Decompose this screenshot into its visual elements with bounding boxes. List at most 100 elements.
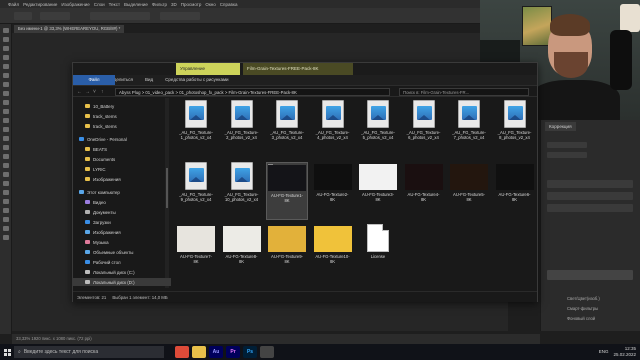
tool-icon[interactable] [2, 235, 9, 240]
ps-menu-item[interactable]: Выделение [124, 2, 148, 7]
photoshop-app-icon[interactable]: Ps [243, 346, 257, 358]
tool-icon[interactable] [2, 82, 9, 87]
file-item[interactable]: _AU_FG_Texture- 1_photos_v2_x4 [175, 100, 217, 158]
nav-item[interactable]: OneDrive - Personal [73, 135, 127, 143]
adjustment-icon-row[interactable] [547, 152, 587, 158]
document-tab[interactable]: Без имени-1 @ 33,3% (WHEREAREYOU, RGB/8#… [14, 25, 125, 33]
option-field[interactable] [90, 12, 150, 20]
back-arrow-icon[interactable]: ← [77, 89, 82, 95]
tool-icon[interactable] [2, 127, 9, 132]
layer-row[interactable] [547, 180, 633, 188]
file-item[interactable]: ✓AU-FG-Texture1- 8K [266, 162, 308, 220]
file-item[interactable]: AU-FG-Texture4- 8K [403, 162, 445, 220]
audition-app-icon[interactable]: Au [209, 346, 223, 358]
nav-item[interactable]: Documents [73, 155, 115, 163]
ps-menu-item[interactable]: Текст [109, 2, 120, 7]
forward-arrow-icon[interactable]: → [85, 89, 90, 95]
tool-icon[interactable] [2, 28, 9, 33]
tool-icon[interactable] [2, 37, 9, 42]
file-item[interactable]: _AU_FG_Texture- 5_photos_v2_x4 [357, 100, 399, 158]
tool-icon[interactable] [2, 217, 9, 222]
file-item[interactable]: AU-FG-Texture9- 8K [266, 224, 308, 282]
clock[interactable]: 12:35 25.02.2022 [613, 346, 636, 357]
nav-item[interactable]: Видео [73, 198, 106, 206]
chevron-down-icon[interactable]: ˅ [93, 89, 96, 95]
file-item[interactable]: _AU_FG_Texture- 10_photos_v2_x4 [221, 162, 263, 220]
tool-icon[interactable] [2, 145, 9, 150]
nav-item[interactable]: Локальный диск (D:) [73, 278, 171, 286]
nav-item[interactable]: Загрузки [73, 218, 111, 226]
nav-item[interactable]: Объемные объекты [73, 248, 133, 256]
file-item[interactable]: _AU_FG_Texture- 8_photos_v2_x4 [494, 100, 536, 158]
tool-icon[interactable] [2, 136, 9, 141]
nav-item[interactable]: Локальный диск (C:) [73, 268, 135, 276]
tool-icon[interactable] [2, 208, 9, 213]
nav-item[interactable]: track_stems [73, 112, 117, 120]
tool-icon[interactable] [2, 163, 9, 168]
file-item[interactable]: _AU_FG_Texture- 2_photos_v2_x4 [221, 100, 263, 158]
folder-app-icon[interactable] [192, 346, 206, 358]
layer-row[interactable] [547, 192, 633, 200]
tool-icon[interactable] [2, 172, 9, 177]
tab-adjustments[interactable]: Коррекция [545, 122, 576, 131]
ps-menu-item[interactable]: Редактирование [23, 2, 57, 7]
ps-menu-item[interactable]: Справка [220, 2, 238, 7]
nav-item[interactable]: Документы [73, 208, 116, 216]
tool-icon[interactable] [2, 91, 9, 96]
taskbar-search[interactable]: ⌕ Введите здесь текст для поиска [14, 346, 164, 358]
up-arrow-icon[interactable]: ↑ [101, 89, 104, 95]
ps-menu-item[interactable]: Файл [8, 2, 19, 7]
option-field[interactable] [160, 12, 200, 20]
tool-icon[interactable] [2, 154, 9, 159]
file-item[interactable]: AU-FG-Texture2- 8K [312, 162, 354, 220]
tool-icon[interactable] [2, 226, 9, 231]
nav-item[interactable]: Изображения [73, 228, 121, 236]
ribbon-tab[interactable]: Вид [139, 75, 159, 85]
tool-icon[interactable] [2, 199, 9, 204]
ribbon-tab[interactable]: Средства работы с рисунками [159, 75, 234, 85]
nav-item[interactable]: LYRIC [73, 165, 106, 173]
nav-item[interactable]: track_stems [73, 122, 117, 130]
file-item[interactable]: License [357, 224, 399, 282]
nav-item[interactable]: 10_Battery [73, 102, 114, 110]
tool-icon[interactable] [2, 109, 9, 114]
option-field[interactable] [40, 12, 70, 20]
ps-menu-item[interactable]: Окно [205, 2, 215, 7]
ps-menu-item[interactable]: 3D [171, 2, 177, 7]
file-item[interactable]: AU-FG-Texture3- 8K [357, 162, 399, 220]
file-item[interactable]: _AU_FG_Texture- 9_photos_v2_x4 [175, 162, 217, 220]
tool-icon[interactable] [2, 46, 9, 51]
chrome-app-icon[interactable] [175, 346, 189, 358]
file-item[interactable]: AU-FG-Texture8- 8K [221, 224, 263, 282]
start-button[interactable] [0, 344, 14, 360]
premiere-app-icon[interactable]: Pr [226, 346, 240, 358]
ribbon-context-tab[interactable]: Управление [176, 63, 240, 75]
file-item[interactable]: _AU_FG_Texture- 4_photos_v2_x4 [312, 100, 354, 158]
nav-item[interactable]: Изображения [73, 175, 121, 183]
file-item[interactable]: _AU_FG_Texture- 3_photos_v2_x4 [266, 100, 308, 158]
ps-menu-item[interactable]: Фильтр [152, 2, 167, 7]
file-item[interactable]: AU-FG-Texture7- 8K [175, 224, 217, 282]
tool-preset-picker[interactable] [14, 12, 32, 20]
file-item[interactable]: AU-FG-Texture5- 8K [448, 162, 490, 220]
file-item[interactable]: _AU_FG_Texture- 7_photos_v2_x4 [448, 100, 490, 158]
tool-icon[interactable] [2, 190, 9, 195]
ps-menu-item[interactable]: Изображение [61, 2, 89, 7]
tool-icon[interactable] [2, 73, 9, 78]
nav-item[interactable]: BEATS [73, 145, 107, 153]
media-app-icon[interactable] [260, 346, 274, 358]
file-item[interactable]: AU-FG-Texture6- 8K [494, 162, 536, 220]
tool-icon[interactable] [2, 64, 9, 69]
tool-icon[interactable] [2, 118, 9, 123]
tool-icon[interactable] [2, 55, 9, 60]
search-input[interactable]: Поиск в: Film-Grain-Textures-FR... [399, 88, 529, 96]
nav-item[interactable]: Музыка [73, 238, 109, 246]
adjustment-icon-row[interactable] [547, 142, 587, 148]
address-path[interactable]: Abyss Plug > 01_video_pack > 01_photosho… [115, 88, 390, 96]
layer-row-selected[interactable] [547, 270, 633, 280]
nav-item[interactable]: Этот компьютер [73, 188, 120, 196]
file-item[interactable]: _AU_FG_Texture- 6_photos_v2_x4 [403, 100, 445, 158]
ps-menu-item[interactable]: Просмотр [181, 2, 202, 7]
language-indicator[interactable]: ENG [599, 349, 609, 354]
layer-row[interactable] [547, 204, 633, 212]
